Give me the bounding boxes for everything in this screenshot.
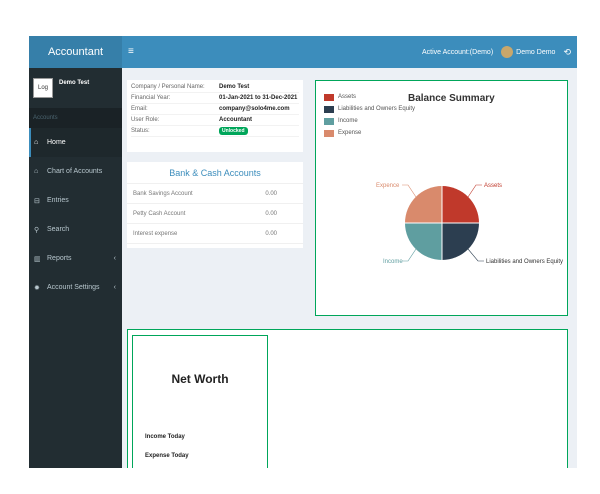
info-label: Financial Year: [131, 95, 171, 101]
chevron-left-icon: ‹ [113, 255, 116, 262]
sidebar-item-label: Account Settings [47, 284, 100, 291]
sidebar-item-reports[interactable]: ▥ Reports ‹ [29, 244, 122, 273]
bank-account-amount: 0.00 [265, 190, 277, 197]
sidebar-item-home[interactable]: ⌂ Home [29, 128, 122, 157]
pie-label-expense: Expence [376, 183, 400, 189]
income-today-label: Income Today [145, 434, 185, 440]
info-value: 01-Jan-2021 to 31-Dec-2021 [219, 95, 298, 101]
active-account-link[interactable]: Active Account:(Demo) [422, 49, 493, 56]
sidebar-item-label: Search [47, 226, 70, 233]
sidebar-section-header: Accounts [29, 108, 122, 128]
company-info-panel: Company / Personal Name: Demo Test Finan… [127, 80, 303, 152]
avatar: Log [33, 78, 53, 98]
entries-icon: ⊟ [34, 197, 40, 205]
label-line-assets [467, 184, 482, 198]
networth-title: Net Worth [171, 372, 229, 386]
home-icon: ⌂ [34, 139, 39, 146]
user-menu[interactable]: Demo Demo [501, 46, 555, 58]
bank-account-name: Interest expense [133, 230, 178, 237]
bank-account-amount: 0.00 [265, 230, 277, 237]
expense-today-label: Expense Today [145, 453, 189, 459]
info-row: Status: Unlocked [131, 126, 299, 137]
user-name: Demo Demo [516, 48, 556, 56]
bank-account-name: Bank Savings Account [133, 190, 193, 197]
status-badge: Unlocked [219, 127, 248, 135]
info-row: User Role: Accountant [131, 115, 299, 126]
pie-slice-expense[interactable] [405, 186, 442, 223]
pie-slice-assets[interactable] [442, 186, 479, 223]
user-panel: Log Demo Test [29, 68, 122, 108]
sidebar-user-name: Demo Test [59, 80, 90, 86]
bank-panel-title: Bank & Cash Accounts [127, 162, 303, 184]
info-value: Demo Test [219, 84, 250, 90]
bank-account-amount: 0.00 [265, 210, 277, 217]
pie-label-liabilities: Liabilities and Owners Equity [486, 259, 563, 265]
info-label: Status: [131, 128, 150, 134]
sidebar: Log Demo Test Accounts ⌂ Home ⌂ Chart of… [29, 68, 122, 468]
avatar-text: Log [37, 85, 48, 91]
sidebar-item-chart-of-accounts[interactable]: ⌂ Chart of Accounts [29, 157, 122, 186]
networth-card: Net Worth Income Today Expense Today [132, 335, 268, 468]
info-value: company@solo4me.com [219, 106, 290, 112]
bank-account-row[interactable]: Petty Cash Account 0.00 [127, 204, 303, 224]
gear-icon: ✹ [34, 284, 40, 292]
balance-pie-chart: Assets Liabilities and Owners Equity Inc… [376, 183, 563, 265]
bank-account-row[interactable]: Bank Savings Account 0.00 [127, 184, 303, 204]
sidebar-item-label: Chart of Accounts [47, 168, 103, 175]
bar-chart-icon: ▥ [34, 255, 41, 263]
top-navbar: ≡ Active Account:(Demo) Demo Demo ⟲ [122, 36, 577, 68]
bank-account-row[interactable]: Interest expense 0.00 [127, 224, 303, 244]
app-logo[interactable]: Accountant [29, 36, 122, 68]
bank-cash-panel: Bank & Cash Accounts Bank Savings Accoun… [127, 162, 303, 248]
sidebar-item-label: Reports [47, 255, 72, 262]
app-title: Accountant [47, 46, 104, 58]
bank-icon: ⌂ [34, 168, 39, 175]
hamburger-icon[interactable]: ≡ [128, 46, 134, 57]
sidebar-item-entries[interactable]: ⊟ Entries [29, 186, 122, 215]
balance-summary-panel: Assets Liabilities and Owners Equity Inc… [315, 80, 568, 316]
pie-label-assets: Assets [484, 183, 502, 189]
sidebar-item-label: Entries [47, 197, 69, 204]
info-label: Email: [131, 106, 148, 112]
info-row: Financial Year: 01-Jan-2021 to 31-Dec-20… [131, 93, 299, 104]
pie-slice-liabilities[interactable] [442, 223, 479, 260]
pie-slice-income[interactable] [405, 223, 442, 260]
info-value: Accountant [219, 117, 252, 123]
chevron-left-icon: ‹ [113, 284, 116, 291]
bank-account-name: Petty Cash Account [133, 210, 186, 217]
info-row: Company / Personal Name: Demo Test [131, 82, 299, 93]
user-avatar-icon [501, 46, 514, 58]
top-right-menu: Active Account:(Demo) Demo Demo ⟲ [422, 36, 571, 68]
sidebar-item-search[interactable]: ⚲ Search [29, 215, 122, 244]
info-row: Email: company@solo4me.com [131, 104, 299, 115]
sidebar-item-account-settings[interactable]: ✹ Account Settings ‹ [29, 273, 122, 302]
info-label: Company / Personal Name: [131, 84, 205, 90]
label-line-income [402, 248, 417, 262]
sidebar-item-label: Home [47, 139, 66, 146]
label-line-expense [402, 184, 417, 198]
info-label: User Role: [131, 117, 160, 123]
search-icon: ⚲ [34, 226, 40, 234]
pie-label-income: Income [383, 259, 403, 265]
app-frame: Accountant ≡ Active Account:(Demo) Demo … [29, 36, 577, 468]
label-line-liabilities [467, 248, 484, 262]
signout-icon[interactable]: ⟲ [563, 47, 571, 58]
